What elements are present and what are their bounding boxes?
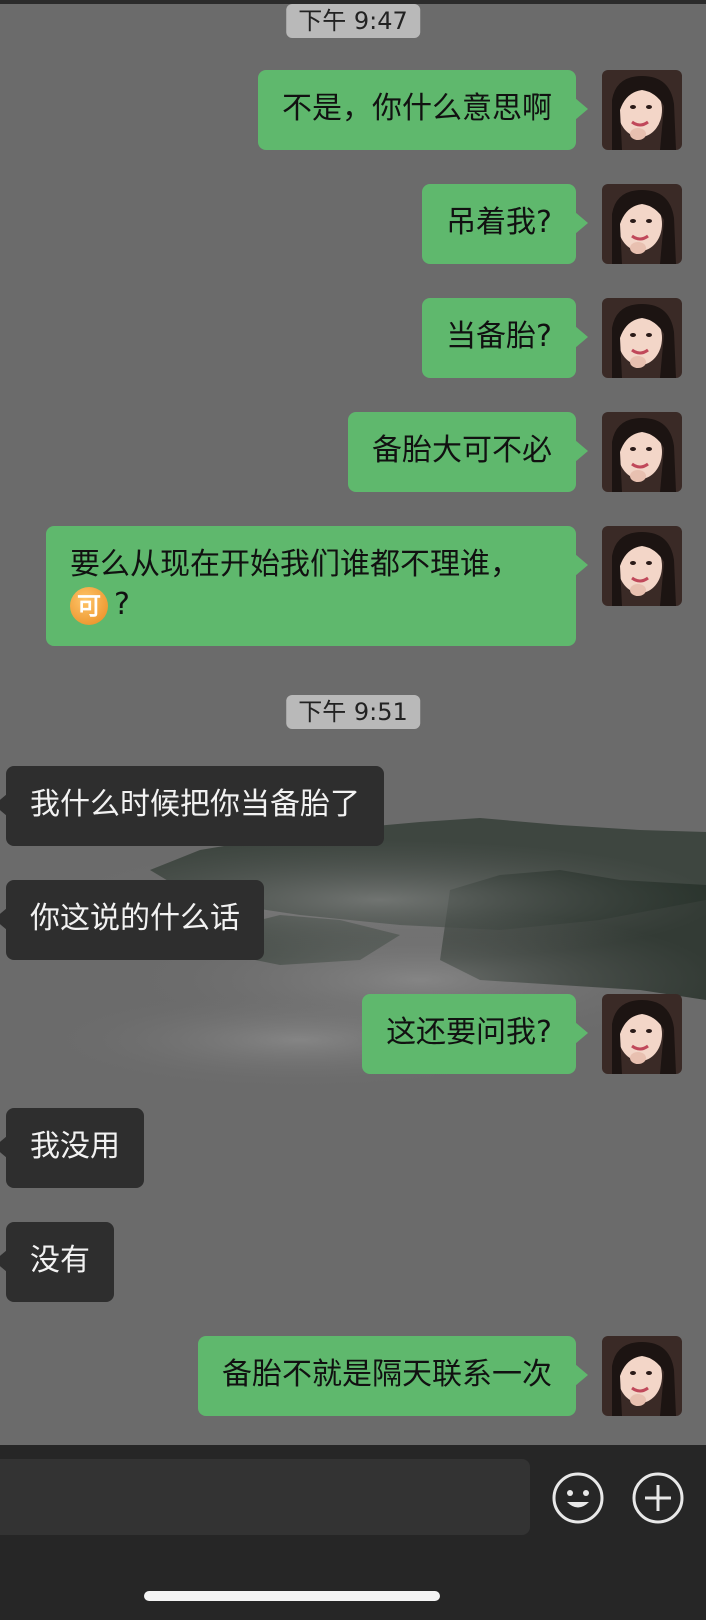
message-text-suffix: ?	[114, 587, 130, 622]
sent-message[interactable]: 当备胎?	[422, 298, 588, 378]
sent-message[interactable]: 备胎不就是隔天联系一次	[198, 1336, 588, 1416]
avatar[interactable]	[602, 994, 682, 1074]
home-indicator	[144, 1591, 440, 1601]
received-message[interactable]: 我什么时候把你当备胎了	[0, 766, 384, 846]
message-text: 这还要问我?	[386, 1015, 552, 1050]
avatar[interactable]	[602, 1336, 682, 1416]
message-text: 备胎大可不必	[372, 433, 552, 468]
message-text: 我什么时候把你当备胎了	[30, 787, 360, 822]
ke-sticker-icon: 可	[70, 586, 108, 625]
message-input[interactable]	[0, 1459, 530, 1535]
sent-message[interactable]: 这还要问我?	[362, 994, 588, 1074]
message-text: 要么从现在开始我们谁都不理谁，	[70, 547, 520, 582]
message-text: 吊着我?	[446, 205, 552, 240]
chat-input-bar	[0, 1445, 706, 1620]
avatar[interactable]	[602, 70, 682, 150]
avatar[interactable]	[602, 412, 682, 492]
smiley-face-icon[interactable]	[551, 1471, 605, 1525]
sent-message[interactable]: 不是，你什么意思啊	[258, 70, 588, 150]
message-text: 备胎不就是隔天联系一次	[222, 1357, 552, 1392]
message-text: 你这说的什么话	[30, 901, 240, 936]
sent-message[interactable]: 吊着我?	[422, 184, 588, 264]
message-text: 当备胎?	[446, 319, 552, 354]
plus-circle-icon[interactable]	[631, 1471, 685, 1525]
message-text: 我没用	[30, 1129, 120, 1164]
sent-message[interactable]: 要么从现在开始我们谁都不理谁， 可?	[46, 526, 588, 646]
timestamp: 下午 9:51	[286, 695, 420, 729]
avatar[interactable]	[602, 526, 682, 606]
received-message[interactable]: 我没用	[0, 1108, 144, 1188]
received-message[interactable]: 你这说的什么话	[0, 880, 264, 960]
avatar[interactable]	[602, 298, 682, 378]
message-text: 不是，你什么意思啊	[282, 91, 552, 126]
message-text: 没有	[30, 1243, 90, 1278]
timestamp: 下午 9:47	[286, 4, 420, 38]
avatar[interactable]	[602, 184, 682, 264]
received-message[interactable]: 没有	[0, 1222, 114, 1302]
sent-message[interactable]: 备胎大可不必	[348, 412, 588, 492]
